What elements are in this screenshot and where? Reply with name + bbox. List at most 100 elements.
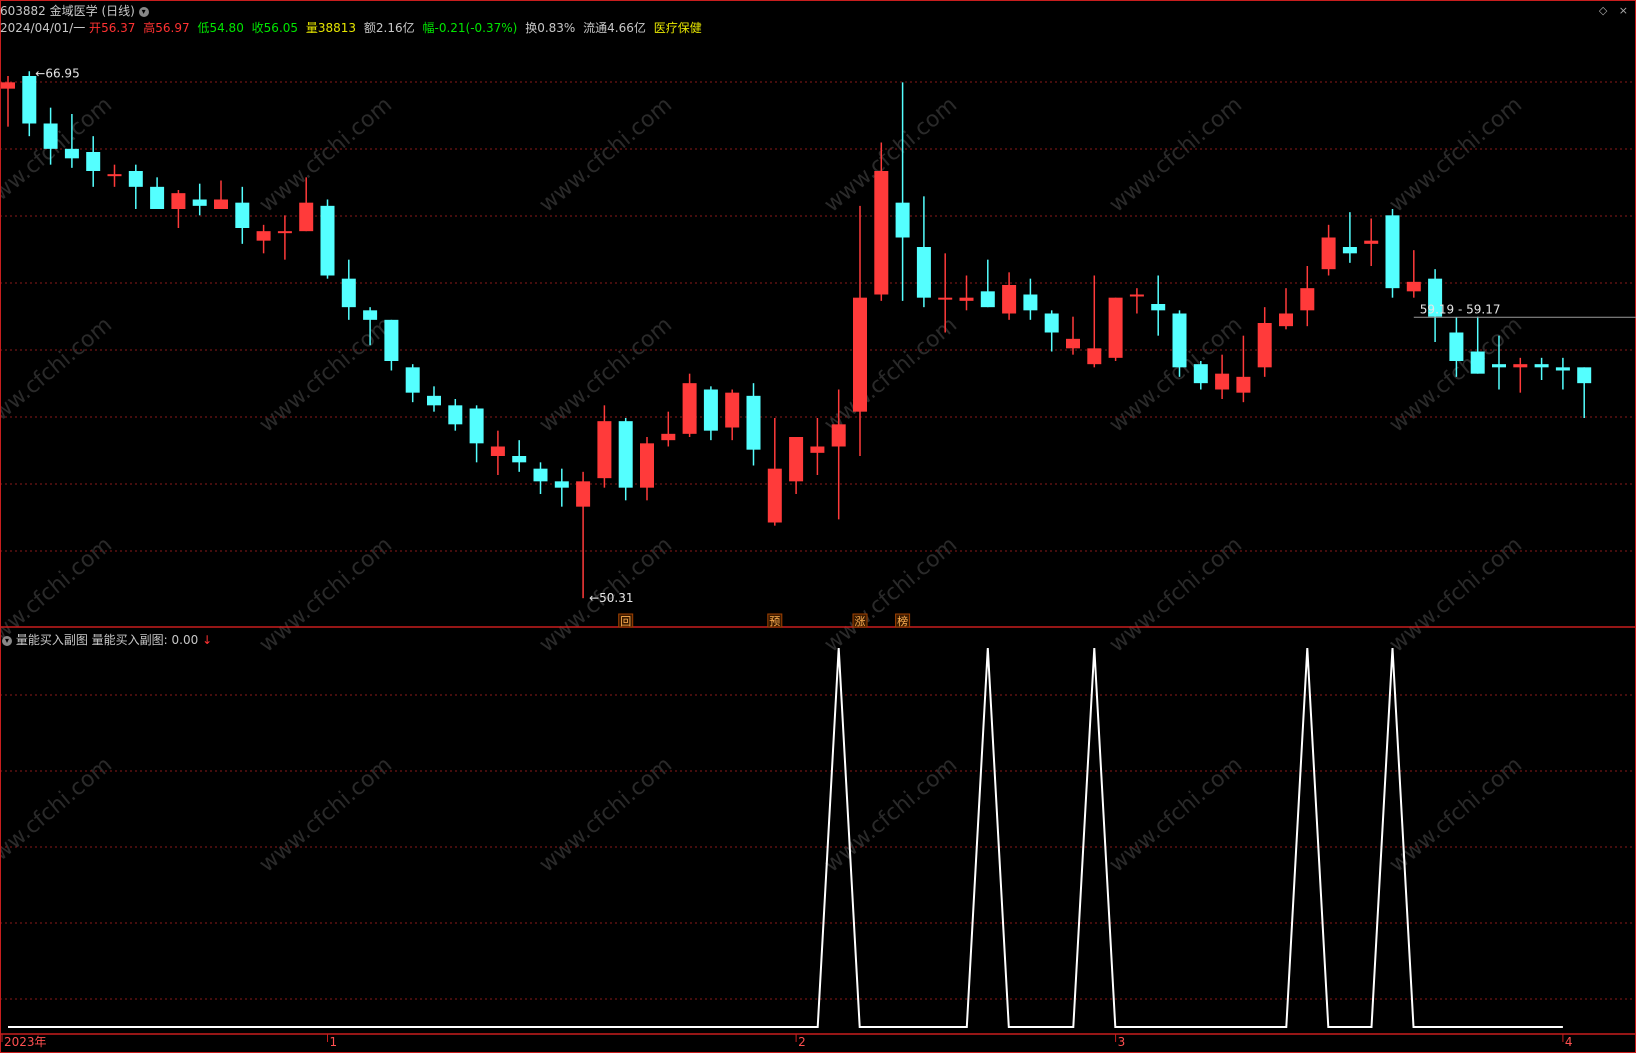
candle-body	[767, 468, 782, 523]
candle	[86, 136, 101, 187]
candle-body	[597, 421, 612, 479]
candle-body	[1300, 288, 1315, 311]
candle-body	[576, 481, 591, 507]
period-label: (日线)	[101, 4, 135, 18]
candle-body	[1236, 376, 1251, 393]
low-label: 低	[197, 21, 210, 35]
subchart-title: 量能买入副图	[15, 633, 88, 647]
candle	[1406, 250, 1421, 298]
outer-border	[0, 0, 1636, 1053]
candle-body	[1087, 348, 1102, 365]
sector-link[interactable]: 医疗保健	[654, 21, 702, 35]
candle	[427, 386, 441, 412]
close-label: 收	[251, 21, 264, 35]
candle-body	[916, 247, 931, 298]
price-label: ←50.31	[589, 591, 633, 605]
watermark-text: www.cfchi.com	[255, 92, 397, 217]
candle-body	[1108, 297, 1123, 358]
candle	[1151, 275, 1166, 336]
candle	[448, 399, 463, 431]
candle-body	[171, 193, 186, 209]
candle	[1513, 357, 1528, 393]
indicator-line-series	[8, 647, 1563, 1028]
candle	[1087, 275, 1102, 368]
candle	[661, 411, 676, 447]
candle-body	[256, 231, 271, 241]
candle	[1129, 288, 1144, 314]
candle-body	[682, 383, 697, 434]
candle-body	[1023, 294, 1038, 311]
candle-body	[1555, 367, 1570, 371]
volume-label: 量	[305, 21, 318, 35]
candle-body	[703, 389, 718, 431]
candle-body	[1044, 313, 1059, 333]
candle-body	[618, 421, 633, 488]
diamond-icon[interactable]: ◇	[1599, 4, 1611, 17]
candle-body	[1406, 281, 1421, 292]
open-label: 开	[89, 21, 102, 35]
candle-body	[128, 171, 143, 187]
candle	[150, 177, 165, 209]
candle-body	[533, 468, 548, 482]
candle	[1172, 310, 1187, 377]
candle-body	[789, 437, 804, 482]
candle	[959, 275, 974, 311]
chevron-down-icon[interactable]: ▾	[2, 635, 12, 646]
candle	[22, 71, 37, 137]
watermark-text: www.cfchi.com	[255, 312, 397, 437]
candle	[1236, 335, 1251, 403]
arrow-down-icon: ↓	[202, 633, 213, 647]
candle-body	[214, 199, 228, 209]
marker-label: 预	[769, 615, 780, 628]
float-label: 流通	[583, 21, 608, 35]
candle-body	[1, 82, 15, 89]
candle	[277, 215, 292, 260]
candle	[1342, 212, 1357, 263]
candle	[128, 164, 143, 209]
close-value: 56.05	[263, 21, 299, 35]
close-icon[interactable]: ×	[1619, 4, 1632, 17]
candle	[1193, 361, 1208, 390]
candle	[1215, 354, 1230, 399]
candle	[703, 386, 718, 441]
watermark-text: www.cfchi.com	[535, 312, 677, 437]
watermark-text: www.cfchi.com	[820, 312, 962, 437]
chevron-down-icon[interactable]: ▾	[138, 6, 149, 17]
x-tick-label: 4	[1565, 1035, 1573, 1049]
x-tick-label: 3	[1118, 1035, 1126, 1049]
candle-body	[1449, 332, 1464, 361]
candle	[1534, 357, 1549, 380]
candle-body	[1172, 313, 1187, 368]
candle	[895, 82, 910, 301]
candle	[1279, 288, 1293, 330]
candle-body	[1066, 338, 1080, 349]
chart-canvas[interactable]: www.cfchi.com www.cfchi.com www.cfchi.com w…	[0, 0, 1636, 1053]
watermark-text: www.cfchi.com	[535, 92, 677, 217]
x-tick-label: 1	[330, 1035, 338, 1049]
candle	[725, 389, 740, 441]
candle-body	[341, 278, 356, 308]
candle	[256, 224, 271, 254]
subchart-indicator: 量能买入副图: 0.00	[91, 633, 199, 647]
candle-body	[895, 202, 910, 238]
watermark-text: www.cfchi.com	[820, 92, 962, 217]
candle-body	[1577, 367, 1592, 384]
candle-body	[1364, 240, 1379, 244]
candle	[1, 76, 15, 127]
candle-body	[640, 443, 654, 488]
candle	[533, 462, 548, 494]
candle	[1364, 218, 1379, 266]
candle-body	[725, 392, 740, 428]
candle	[341, 259, 356, 320]
window-controls: ◇ ×	[1599, 4, 1632, 17]
candle	[171, 190, 186, 228]
candle-body	[1385, 215, 1400, 289]
candle-body	[320, 205, 335, 276]
candle-body	[22, 76, 37, 124]
candle	[1044, 310, 1059, 352]
panel-borders	[0, 0, 1636, 1053]
low-value: 54.80	[209, 21, 244, 35]
watermark-text: www.cfchi.com	[1385, 92, 1527, 217]
candle-body	[1002, 285, 1017, 314]
candle-body	[86, 152, 101, 171]
